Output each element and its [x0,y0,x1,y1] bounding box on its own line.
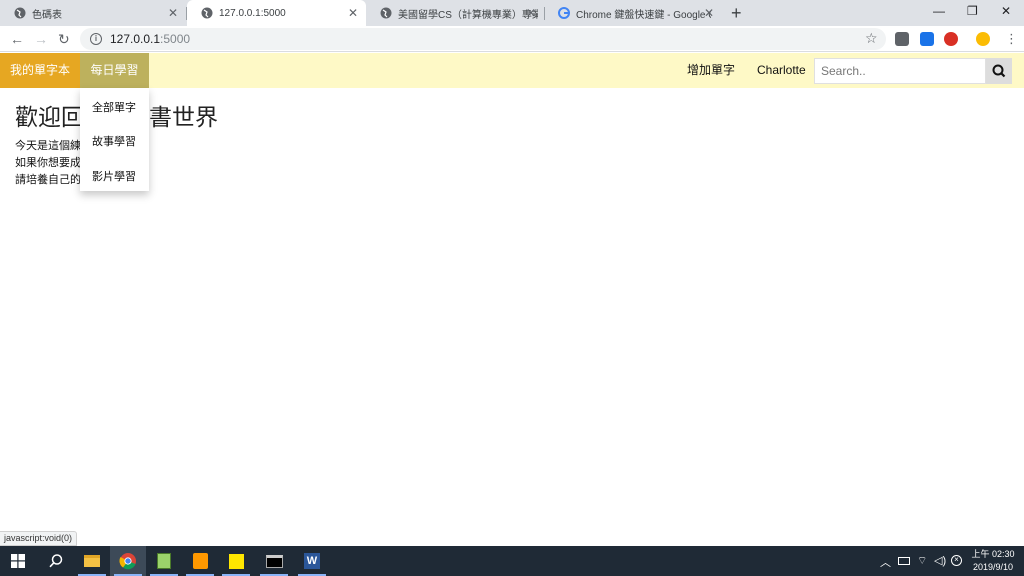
url-host: 127.0.0.1 [110,32,161,46]
globe-icon [14,7,26,19]
forward-arrow-icon[interactable]: → [34,31,48,47]
tab-color-chart[interactable]: 色碼表 ✕ [0,0,187,26]
folder-icon [84,555,100,567]
word-icon: W [304,553,320,569]
globe-icon [380,7,392,19]
close-tab-icon[interactable]: ✕ [168,6,178,20]
tab-chrome-shortcuts[interactable]: Chrome 鍵盤快速鍵 - Google Ch ✕ [544,0,722,26]
reload-icon[interactable]: ↻ [58,31,70,48]
battery-icon[interactable] [898,557,910,565]
window-close-icon[interactable]: ✕ [1001,4,1011,18]
terminal-button[interactable] [256,546,292,576]
tab-title: 127.0.0.1:5000 [219,7,286,19]
magnifier-icon [49,554,63,568]
sublime-icon [192,553,208,569]
dropdown-item-story-learning[interactable]: 故事學習 [92,133,136,149]
search-button[interactable] [986,58,1012,84]
browser-toolbar: ← → ↻ i 127.0.0.1:5000 ☆ [0,26,1024,52]
tab-title: Chrome 鍵盤快速鍵 - Google Ch [576,9,711,21]
title-left: 歡迎回 [15,104,84,130]
address-bar[interactable]: i 127.0.0.1:5000 [80,28,886,50]
daily-learning-menu[interactable]: 每日學習 [80,53,149,88]
start-button[interactable] [0,546,36,576]
status-url-bubble: javascript:void(0) [0,531,78,546]
windows-logo-icon [11,554,25,568]
info-icon[interactable]: i [90,33,102,45]
tab-study-abroad[interactable]: 美國留學CS（計算機專業）專業 ✕ [366,0,545,26]
tab-title: 色碼表 [32,9,62,21]
site-navbar: 我的單字本 每日學習 增加單字 Charlotte [0,53,1024,88]
bookmark-star-icon[interactable]: ☆ [865,30,878,47]
intro-line-2: 如果你想要成 [15,157,81,169]
daily-learning-dropdown: 全部單字 故事學習 影片學習 [80,88,149,191]
sticky-notes-button[interactable] [218,546,254,576]
intro-line-3: 請培養自己的 [15,174,81,186]
extension-opera-icon[interactable] [944,32,958,46]
wifi-icon[interactable]: ⌔ [917,554,927,568]
new-tab-button[interactable]: + [731,3,742,24]
clock-date: 2019/9/10 [972,562,1014,572]
volume-icon[interactable]: ◁) [934,554,946,567]
chrome-taskbar-button[interactable] [110,546,146,576]
browser-tab-strip: 色碼表 ✕ 127.0.0.1:5000 ✕ 美國留學CS（計算機專業）專業 ✕… [0,0,1024,26]
extension-bulb-icon[interactable] [976,32,990,46]
extension-lock-icon[interactable] [920,32,934,46]
tab-localhost[interactable]: 127.0.0.1:5000 ✕ [187,0,366,26]
chrome-icon [119,553,136,570]
title-right: 書世界 [149,104,218,130]
word-button[interactable]: W [294,546,330,576]
sublime-button[interactable] [182,546,218,576]
globe-icon [201,7,213,19]
search-taskbar-button[interactable] [38,546,74,576]
taskbar-clock[interactable]: 上午 02:30 2019/9/10 [966,548,1020,574]
terminal-icon [265,554,283,568]
search-icon [992,64,1006,78]
restore-icon[interactable]: ❐ [967,4,978,18]
close-tab-icon[interactable]: ✕ [526,6,536,20]
add-word-link[interactable]: 增加單字 [687,53,735,88]
intro-line-1: 今天是這個練 [15,140,81,152]
dropdown-item-video-learning[interactable]: 影片學習 [92,168,136,184]
sticky-note-icon [228,553,244,569]
user-link[interactable]: Charlotte [757,53,806,88]
clock-time: 上午 02:30 [971,549,1015,559]
close-tab-icon[interactable]: ✕ [348,6,358,20]
notepad-icon [157,553,171,569]
dropdown-item-all-words[interactable]: 全部單字 [92,99,136,115]
extension-icon[interactable] [895,32,909,46]
menu-kebab-icon[interactable]: ⋮ [1005,31,1018,47]
tab-title: 美國留學CS（計算機專業）專業 [398,9,538,21]
back-arrow-icon[interactable]: ← [10,31,24,47]
notepad-plus-button[interactable] [146,546,182,576]
close-tab-icon[interactable]: ✕ [704,6,714,20]
minimize-icon[interactable]: — [933,4,945,18]
google-icon [558,7,570,19]
search-input[interactable] [814,58,986,84]
brand-link[interactable]: 我的單字本 [0,53,80,88]
url-port: :5000 [160,32,191,46]
windows-taskbar: W ︿ ⌔ ◁) × 上午 02:30 2019/9/10 [0,546,1024,576]
tray-overflow-icon[interactable]: ︿ [880,554,891,570]
file-explorer-button[interactable] [74,546,110,576]
notification-icon[interactable]: × [951,555,962,566]
